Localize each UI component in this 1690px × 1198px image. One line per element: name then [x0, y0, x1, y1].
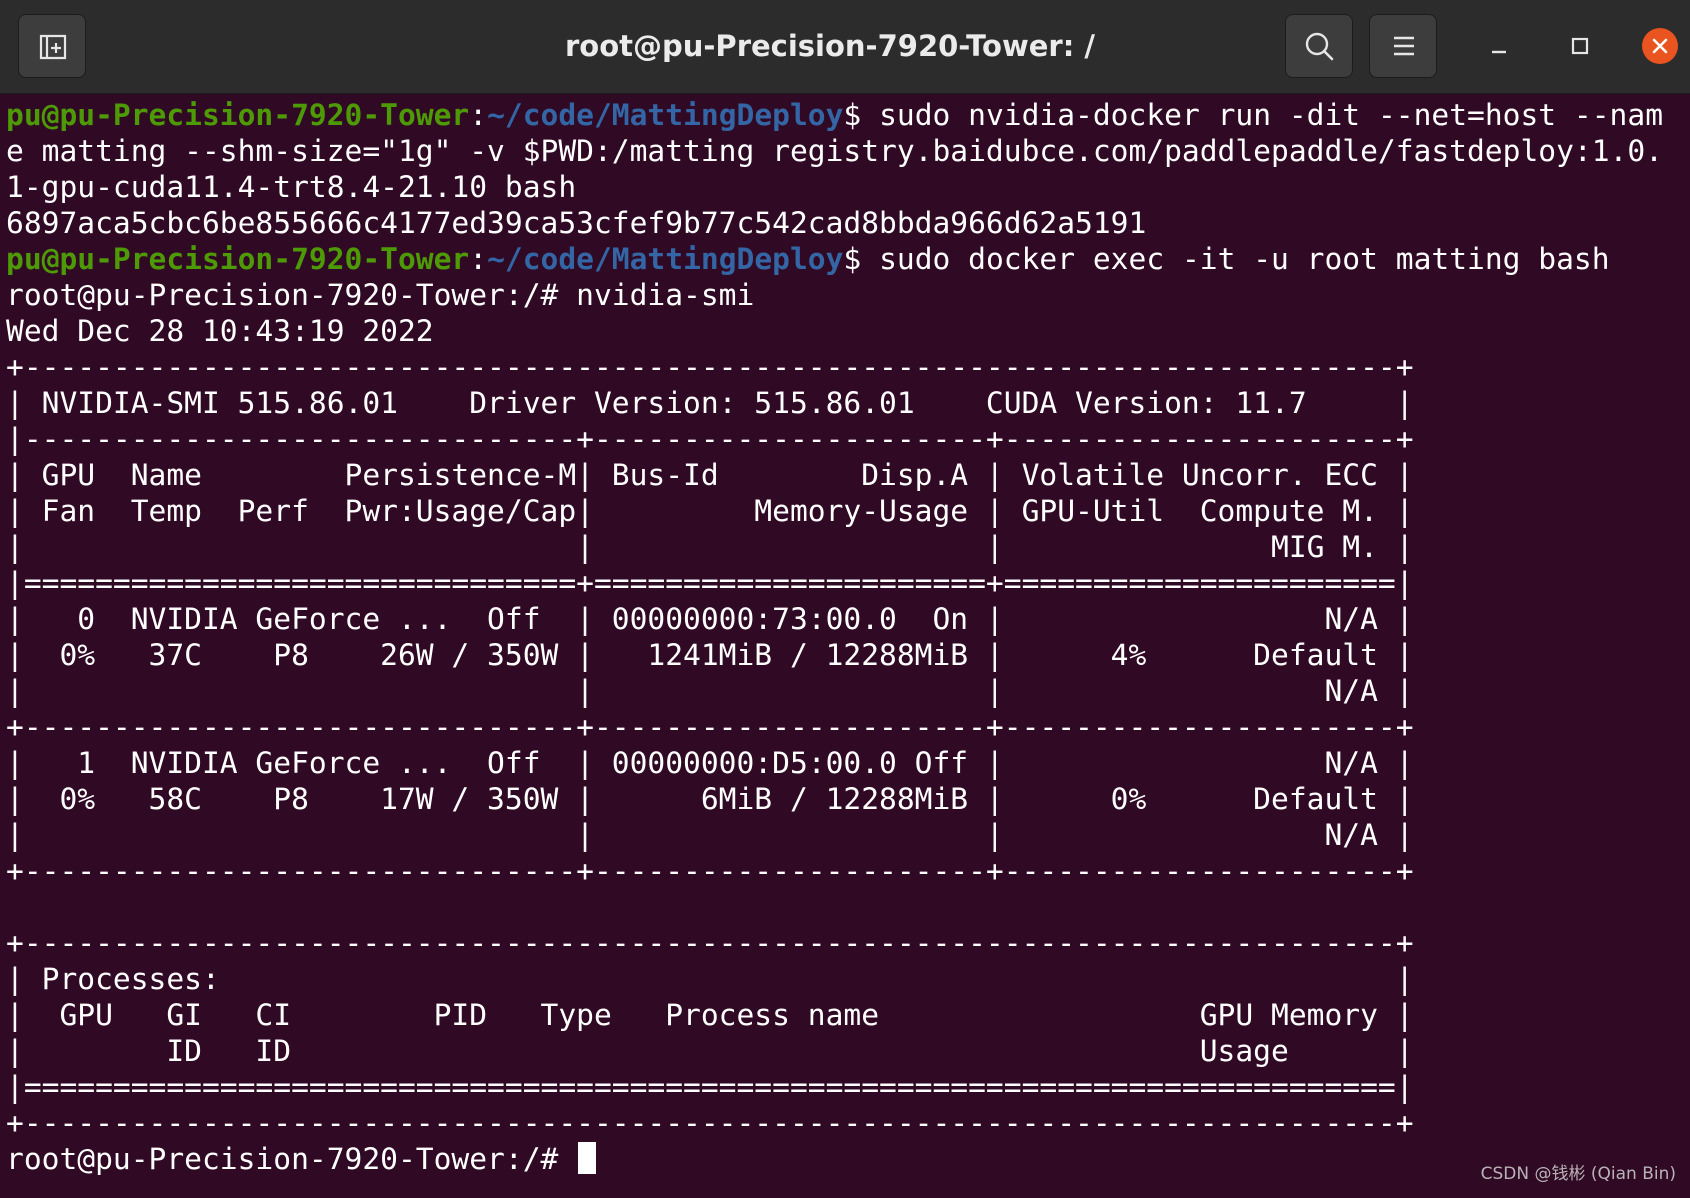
- close-button[interactable]: [1636, 22, 1684, 70]
- search-button[interactable]: [1285, 14, 1353, 78]
- new-tab-button[interactable]: [18, 14, 86, 78]
- smi-table-line: | 0% 37C P8 26W / 350W | 1241MiB / 12288…: [6, 638, 1414, 672]
- prompt-symbol: $: [843, 98, 862, 132]
- hamburger-menu-icon: [1394, 36, 1414, 56]
- smi-table-line: +---------------------------------------…: [6, 350, 1414, 384]
- prompt-separator: :: [469, 242, 488, 276]
- prompt-user-host: pu@pu-Precision-7920-Tower: [6, 98, 470, 132]
- smi-table-line: | GPU Name Persistence-M| Bus-Id Disp.A …: [6, 458, 1414, 492]
- new-tab-icon: [39, 34, 67, 60]
- smi-table-line: | | | N/A |: [6, 818, 1414, 852]
- maximize-icon: [1571, 37, 1589, 55]
- container-id-output: 6897aca5cbc6be855666c4177ed39ca53cfef9b7…: [6, 206, 1147, 240]
- command-wrap-line: e matting --shm-size="1g" -v $PWD:/matti…: [6, 134, 1663, 168]
- prompt-path: ~/code/MattingDeploy: [487, 98, 844, 132]
- smi-table-line: | Fan Temp Perf Pwr:Usage/Cap| Memory-Us…: [6, 494, 1414, 528]
- smi-table-line: +---------------------------------------…: [6, 1106, 1414, 1140]
- smi-table-line: | | | N/A |: [6, 674, 1414, 708]
- text-cursor: [578, 1142, 597, 1174]
- final-prompt: root@pu-Precision-7920-Tower:/#: [6, 1142, 577, 1176]
- smi-table-line: |===============================+=======…: [6, 566, 1414, 600]
- smi-table-line: | NVIDIA-SMI 515.86.01 Driver Version: 5…: [6, 386, 1414, 420]
- smi-table-line: +---------------------------------------…: [6, 926, 1414, 960]
- smi-table-line: +-------------------------------+-------…: [6, 710, 1414, 744]
- prompt-user-host: pu@pu-Precision-7920-Tower: [6, 242, 470, 276]
- prompt-symbol: $: [843, 242, 862, 276]
- menu-button[interactable]: [1369, 14, 1437, 78]
- command-text: sudo docker exec -it -u root matting bas…: [861, 242, 1610, 276]
- terminal-output[interactable]: pu@pu-Precision-7920-Tower:~/code/Mattin…: [0, 94, 1690, 1198]
- smi-table-line: | | | MIG M. |: [6, 530, 1414, 564]
- window-title: root@pu-Precision-7920-Tower: /: [564, 29, 1095, 63]
- smi-table-line: | ID ID Usage |: [6, 1034, 1414, 1068]
- smi-table-line: | 1 NVIDIA GeForce ... Off | 00000000:D5…: [6, 746, 1414, 780]
- prompt-path: ~/code/MattingDeploy: [487, 242, 844, 276]
- smi-table-line: +-------------------------------+-------…: [6, 854, 1414, 888]
- smi-table-line: |-------------------------------+-------…: [6, 422, 1414, 456]
- search-icon: [1305, 32, 1334, 61]
- minimize-button[interactable]: [1475, 22, 1523, 70]
- smi-table-line: | 0 NVIDIA GeForce ... Off | 00000000:73…: [6, 602, 1414, 636]
- smi-table-line: |=======================================…: [6, 1070, 1414, 1104]
- prompt-line-2: pu@pu-Precision-7920-Tower:~/code/Mattin…: [6, 241, 1610, 277]
- title-bar[interactable]: root@pu-Precision-7920-Tower: /: [0, 0, 1690, 94]
- prompt-line-1: pu@pu-Precision-7920-Tower:~/code/Mattin…: [6, 97, 1663, 133]
- date-output: Wed Dec 28 10:43:19 2022: [6, 314, 434, 348]
- watermark: CSDN @钱彬 (Qian Bin): [1480, 1164, 1676, 1184]
- terminal-window: root@pu-Precision-7920-Tower: / pu@pu-Pr…: [0, 0, 1690, 1198]
- minimize-icon: [1492, 50, 1506, 54]
- smi-table-line: | Processes: |: [6, 962, 1414, 996]
- prompt-separator: :: [469, 98, 488, 132]
- smi-table-line: | GPU GI CI PID Type Process name GPU Me…: [6, 998, 1414, 1032]
- root-command-line: root@pu-Precision-7920-Tower:/# nvidia-s…: [6, 278, 755, 312]
- close-icon: [1642, 28, 1678, 64]
- command-wrap-line: 1-gpu-cuda11.4-trt8.4-21.10 bash: [6, 170, 577, 204]
- final-prompt-line[interactable]: root@pu-Precision-7920-Tower:/#: [6, 1141, 597, 1177]
- command-text: sudo nvidia-docker run -dit --net=host -…: [861, 98, 1664, 132]
- smi-table-line: | 0% 58C P8 17W / 350W | 6MiB / 12288MiB…: [6, 782, 1414, 816]
- maximize-button[interactable]: [1556, 22, 1604, 70]
